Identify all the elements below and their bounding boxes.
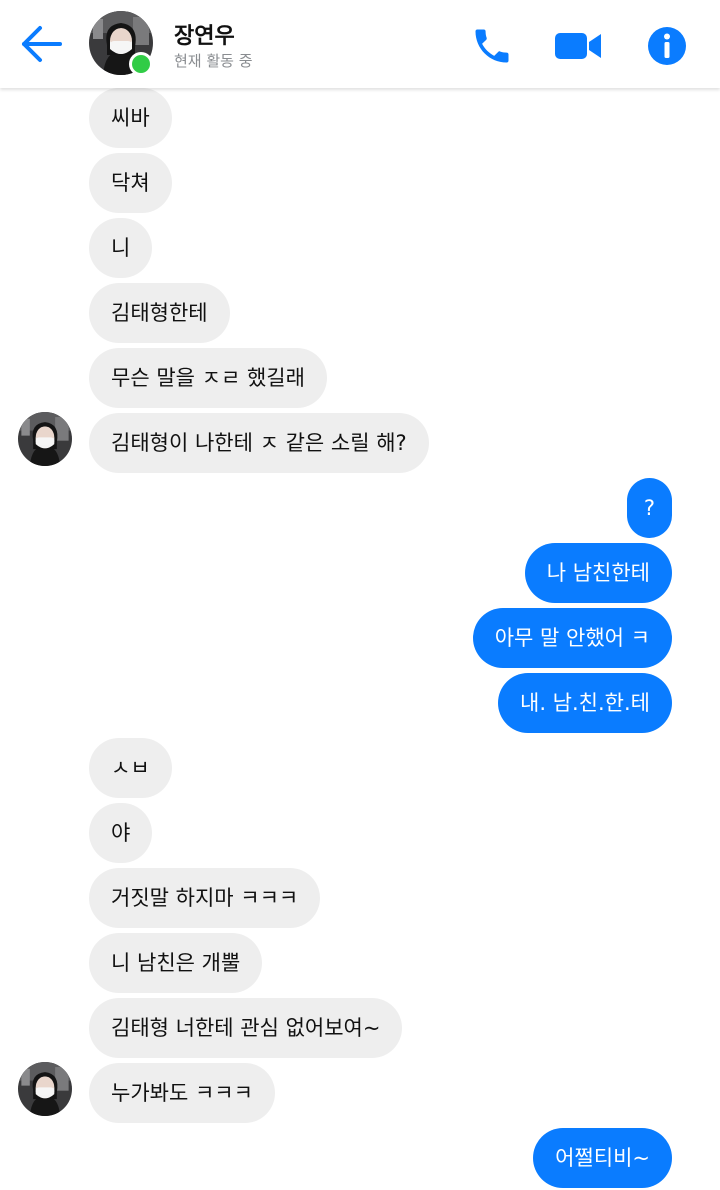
message-bubble-received[interactable]: ㅅㅂ	[89, 738, 172, 798]
message-bubble-received[interactable]: 김태형이 나한테 ㅈ 같은 소릴 해?	[89, 413, 429, 473]
message-bubble-received[interactable]: 김태형한테	[89, 283, 230, 343]
message-bubble-received[interactable]: 무슨 말을 ㅈㄹ 했길래	[89, 348, 327, 408]
message-bubble-received[interactable]: 김태형 너한테 관심 없어보여~	[89, 998, 403, 1058]
online-status-dot	[129, 52, 153, 76]
info-icon[interactable]	[645, 24, 689, 68]
message-bubble-received[interactable]: 누가봐도 ㅋㅋㅋ	[89, 1063, 275, 1123]
message-bubble-sent[interactable]: 어쩔티비~	[533, 1128, 672, 1188]
message-bubble-sent[interactable]: 내. 남.친.한.테	[498, 673, 672, 733]
phone-icon[interactable]	[470, 24, 514, 68]
video-camera-icon[interactable]	[553, 24, 605, 68]
message-bubble-received[interactable]: 니 남친은 개뿔	[89, 933, 263, 993]
chat-header: 장연우 현재 활동 중	[0, 0, 720, 88]
message-bubble-received[interactable]: 니	[89, 218, 153, 278]
message-bubble-sent[interactable]: 아무 말 안했어 ㅋ	[472, 608, 672, 668]
message-bubble-received[interactable]: 닥쳐	[89, 153, 172, 213]
message-bubble-sent[interactable]: 나 남친한테	[524, 543, 672, 603]
contact-name[interactable]: 장연우	[174, 18, 235, 50]
sender-avatar[interactable]	[18, 1062, 72, 1116]
arrow-left-icon[interactable]	[18, 22, 66, 66]
active-status: 현재 활동 중	[174, 52, 253, 70]
message-bubble-received[interactable]: 거짓말 하지마 ㅋㅋㅋ	[89, 868, 321, 928]
sender-avatar[interactable]	[18, 412, 72, 466]
message-bubble-received[interactable]: 씨바	[89, 88, 172, 148]
message-bubble-received[interactable]: 야	[89, 803, 153, 863]
message-bubble-sent[interactable]: ?	[626, 478, 672, 538]
